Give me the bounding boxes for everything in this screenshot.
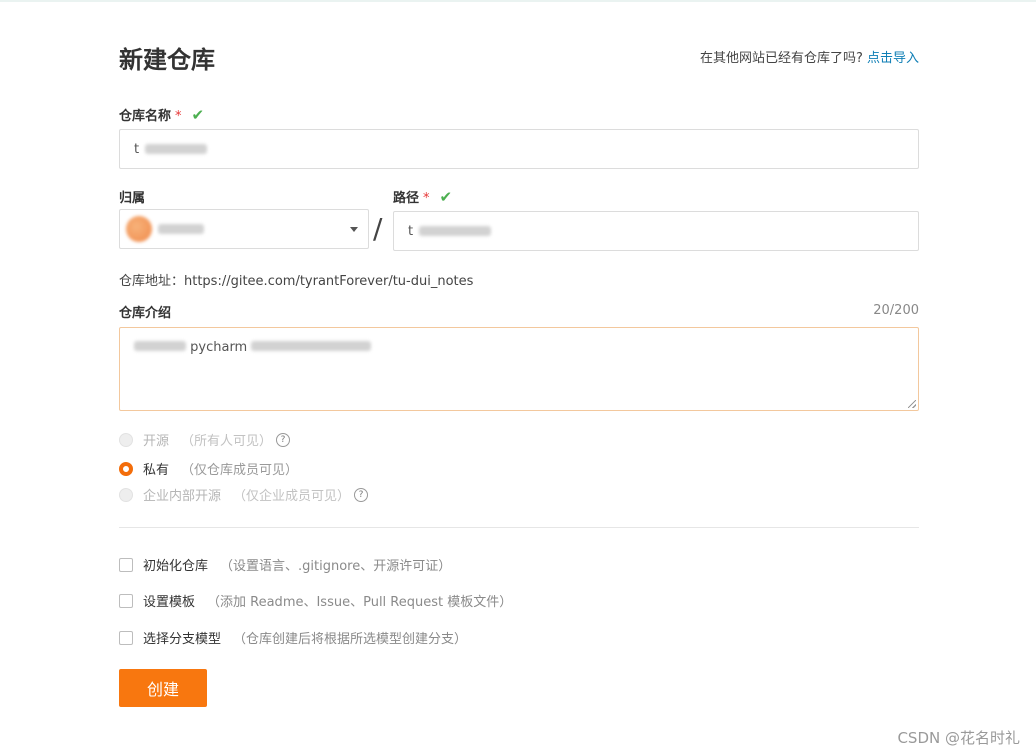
blurred-text [145, 144, 208, 154]
import-prompt-text: 在其他网站已经有仓库了吗? [699, 51, 863, 66]
chevron-down-icon [350, 227, 358, 232]
blurred-text [251, 341, 372, 351]
option-init-repo[interactable]: 初始化仓库 （设置语言、.gitignore、开源许可证） [119, 555, 451, 574]
path-label: 路径 * ✔ [393, 187, 452, 206]
check-icon: ✔ [439, 188, 453, 206]
option-hint: （添加 Readme、Issue、Pull Request 模板文件） [207, 595, 513, 610]
owner-select[interactable] [119, 209, 369, 249]
radio-enterprise[interactable]: 企业内部开源 （仅企业成员可见） ? [119, 485, 369, 504]
avatar [126, 216, 152, 242]
radio-hint: （所有人可见） [181, 434, 273, 449]
repo-address: 仓库地址：https://gitee.com/tyrantForever/tu-… [119, 274, 474, 289]
watermark: CSDN @花名时礼 [897, 729, 1020, 747]
radio-private[interactable]: 私有 （仅仓库成员可见） [119, 459, 298, 478]
required-mark: * [423, 191, 430, 206]
description-value: pycharm [190, 340, 248, 355]
description-counter: 20/200 [873, 303, 919, 318]
blurred-text [134, 341, 186, 351]
import-prompt: 在其他网站已经有仓库了吗? 点击导入 [700, 47, 919, 66]
repo-name-label: 仓库名称 * ✔ [119, 105, 204, 124]
help-icon[interactable]: ? [354, 487, 369, 502]
divider [119, 527, 919, 528]
path-separator: / [373, 212, 383, 245]
radio-hint: （仅仓库成员可见） [181, 463, 299, 478]
checkbox[interactable] [119, 593, 133, 608]
top-border [0, 0, 1036, 2]
option-hint: （设置语言、.gitignore、开源许可证） [220, 559, 452, 574]
checkbox[interactable] [119, 557, 133, 572]
radio-label: 企业内部开源 [143, 489, 222, 504]
create-button[interactable]: 创建 [119, 669, 207, 707]
option-label: 选择分支模型 [143, 632, 222, 647]
repo-name-value: t [134, 141, 140, 157]
repo-name-input[interactable]: t [119, 129, 919, 169]
path-input[interactable]: t [393, 211, 919, 251]
option-label: 初始化仓库 [143, 559, 209, 574]
check-icon: ✔ [191, 106, 205, 124]
option-branch-model[interactable]: 选择分支模型 （仓库创建后将根据所选模型创建分支） [119, 628, 467, 647]
option-hint: （仓库创建后将根据所选模型创建分支） [233, 632, 468, 647]
blurred-text [419, 226, 492, 236]
description-textarea[interactable]: pycharm [119, 327, 919, 411]
required-mark: * [175, 109, 182, 124]
radio-icon[interactable] [119, 487, 133, 502]
path-label-text: 路径 [393, 191, 420, 206]
radio-icon[interactable] [119, 432, 133, 447]
option-template[interactable]: 设置模板 （添加 Readme、Issue、Pull Request 模板文件） [119, 591, 512, 610]
path-value: t [408, 223, 414, 239]
radio-icon[interactable] [119, 461, 133, 476]
resize-handle[interactable] [908, 400, 916, 408]
owner-label: 归属 [119, 191, 146, 206]
repo-name-label-text: 仓库名称 [119, 109, 172, 124]
checkbox[interactable] [119, 630, 133, 645]
description-label: 仓库介绍 [119, 306, 172, 321]
help-icon[interactable]: ? [276, 432, 291, 447]
radio-label: 开源 [143, 434, 170, 449]
radio-open-source[interactable]: 开源 （所有人可见） ? [119, 430, 291, 449]
import-link[interactable]: 点击导入 [867, 51, 919, 66]
radio-hint: （仅企业成员可见） [233, 489, 351, 504]
page-title: 新建仓库 [119, 46, 215, 74]
radio-label: 私有 [143, 463, 170, 478]
option-label: 设置模板 [143, 595, 196, 610]
blurred-text [158, 224, 204, 234]
